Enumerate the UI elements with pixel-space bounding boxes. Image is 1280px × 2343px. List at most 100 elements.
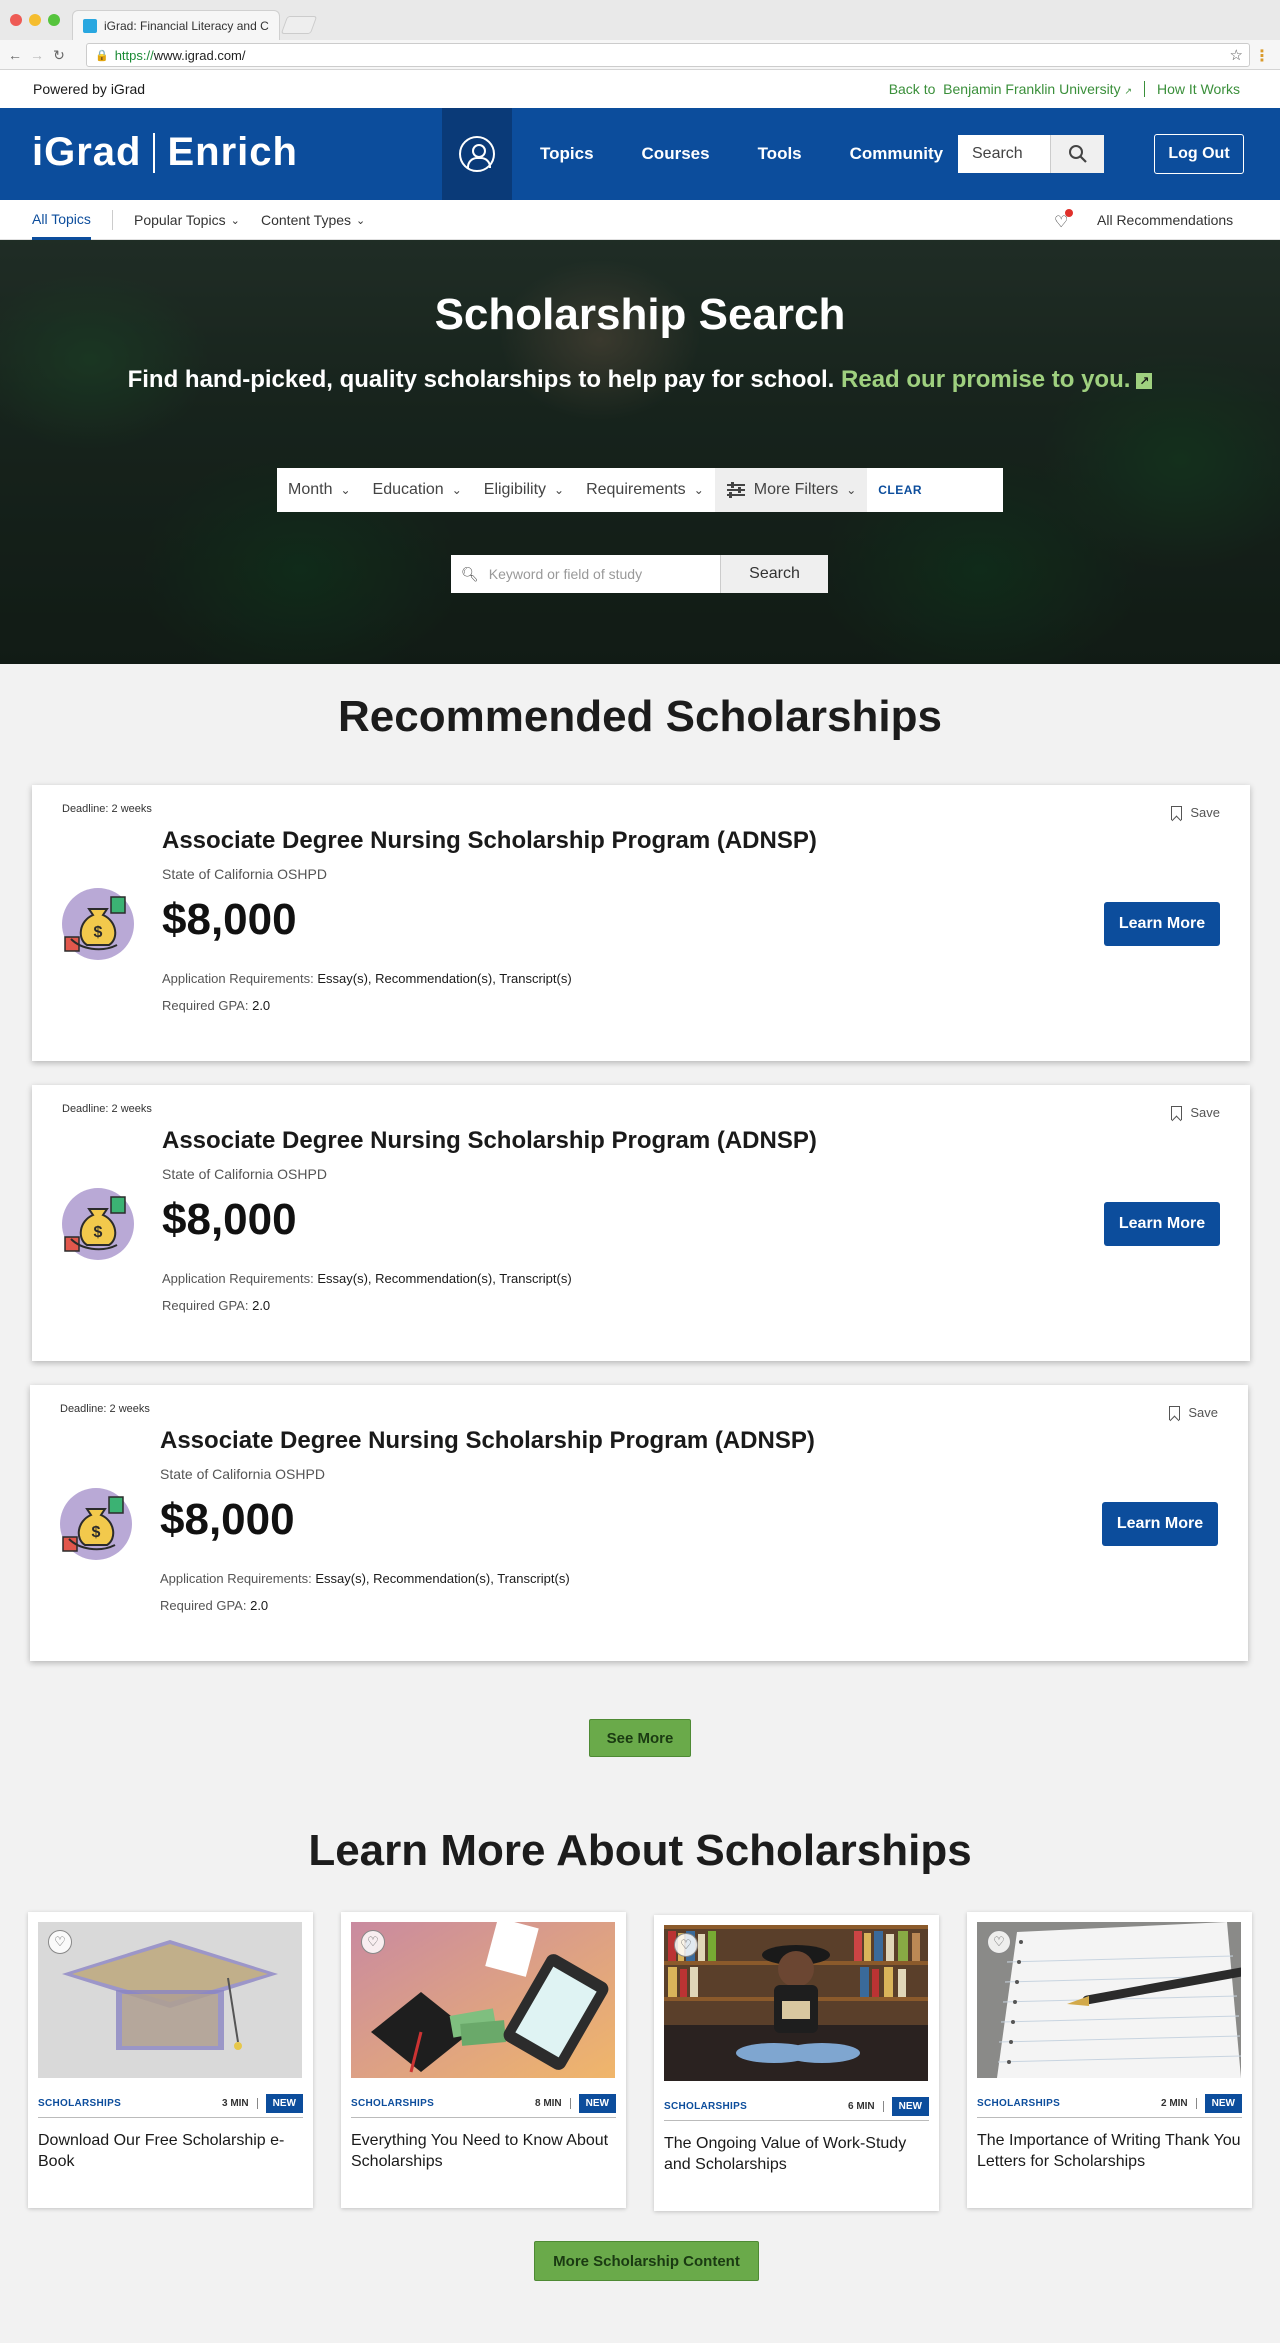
more-filters-button[interactable]: More Filters ⌄ <box>714 468 868 512</box>
sliders-icon <box>726 482 745 498</box>
nav-search: Search <box>958 135 1104 173</box>
application-requirements: Application Requirements: Essay(s), Reco… <box>162 971 572 986</box>
nav-search-input[interactable]: Search <box>958 135 1050 173</box>
nav-tools[interactable]: Tools <box>758 144 802 164</box>
url-field[interactable]: 🔒 https://www.igrad.com/ ☆ <box>86 43 1250 67</box>
browser-tab[interactable]: iGrad: Financial Literacy and C <box>72 10 280 40</box>
profile-button[interactable] <box>442 108 512 200</box>
minimize-window-button[interactable] <box>29 14 41 26</box>
nav-search-button[interactable] <box>1050 135 1104 173</box>
how-it-works-link[interactable]: How It Works <box>1157 81 1240 97</box>
powered-by-bar: Powered by iGrad Back to Benjamin Frankl… <box>0 70 1280 108</box>
divider <box>112 210 113 230</box>
new-badge: NEW <box>265 2094 303 2113</box>
divider <box>1144 81 1146 97</box>
hero-banner: Scholarship Search Find hand-picked, qua… <box>0 240 1280 664</box>
nav-topics[interactable]: Topics <box>540 144 594 164</box>
new-badge: NEW <box>578 2094 616 2113</box>
search-icon: 🔍︎ <box>461 565 479 582</box>
article-image-notebook-pen: ♡ <box>977 1922 1241 2078</box>
main-nav: iGrad Enrich Topics Courses Tools Commun… <box>0 108 1280 200</box>
save-button[interactable]: Save <box>1171 805 1220 820</box>
article-category[interactable]: SCHOLARSHIPS <box>664 2101 848 2112</box>
popular-topics-dropdown[interactable]: Popular Topics ⌄ <box>134 200 240 240</box>
article-category[interactable]: SCHOLARSHIPS <box>38 2098 222 2109</box>
save-button[interactable]: Save <box>1171 1105 1220 1120</box>
education-filter[interactable]: Education ⌄ <box>362 468 473 512</box>
logout-button[interactable]: Log Out <box>1154 134 1244 174</box>
tab-strip: iGrad: Financial Literacy and C <box>0 0 1280 40</box>
new-badge: NEW <box>1204 2094 1242 2113</box>
scholarship-title[interactable]: Associate Degree Nursing Scholarship Pro… <box>162 1127 817 1155</box>
application-requirements: Application Requirements: Essay(s), Reco… <box>162 1271 572 1286</box>
hero-title: Scholarship Search <box>434 290 846 339</box>
article-title[interactable]: Download Our Free Scholarship e-Book <box>38 2130 303 2172</box>
powered-right-links: Back to Benjamin Franklin University ↗ H… <box>889 81 1240 97</box>
article-card[interactable]: ♡ SCHOLARSHIPS 3 MIN NEW Download Our Fr… <box>28 1912 313 2208</box>
favicon-icon <box>83 18 97 33</box>
scholarship-card: Deadline: 2 weeks Save $ Associate Degree N… <box>32 785 1250 1061</box>
notification-dot <box>1065 209 1074 217</box>
scholarship-title[interactable]: Associate Degree Nursing Scholarship Pro… <box>160 1427 815 1455</box>
requirements-filter[interactable]: Requirements ⌄ <box>575 468 715 512</box>
nav-links: Topics Courses Tools Community <box>540 108 943 200</box>
month-filter[interactable]: Month ⌄ <box>277 468 362 512</box>
bookmark-star-icon[interactable]: ☆ <box>1230 46 1243 64</box>
scholarship-title[interactable]: Associate Degree Nursing Scholarship Pro… <box>162 827 817 855</box>
close-window-button[interactable] <box>10 14 22 26</box>
all-recommendations-link[interactable]: All Recommendations <box>1097 200 1233 240</box>
back-arrow-icon[interactable]: ← <box>4 47 26 63</box>
more-scholarship-content-button[interactable]: More Scholarship Content <box>534 2241 759 2281</box>
article-category[interactable]: SCHOLARSHIPS <box>351 2098 535 2109</box>
required-gpa: Required GPA: 2.0 <box>160 1598 269 1613</box>
save-button[interactable]: Save <box>1169 1405 1218 1420</box>
learn-more-button[interactable]: Learn More <box>1104 1202 1220 1246</box>
scholarship-amount: $8,000 <box>162 1195 297 1244</box>
article-meta: SCHOLARSHIPS 6 MIN NEW <box>664 2093 929 2121</box>
eligibility-filter[interactable]: Eligibility ⌄ <box>473 468 575 512</box>
igrad-enrich-logo[interactable]: iGrad Enrich <box>32 130 298 175</box>
learn-more-button[interactable]: Learn More <box>1104 902 1220 946</box>
article-card[interactable]: ♡ SCHOLARSHIPS 2 MIN NEW The Importance … <box>967 1912 1252 2208</box>
external-link-icon[interactable]: ↗ <box>1136 372 1153 389</box>
favorite-heart-icon[interactable]: ♡ <box>674 1933 698 1957</box>
forward-arrow-icon[interactable]: → <box>26 47 48 63</box>
article-card[interactable]: ♡ SCHOLARSHIPS 6 MIN NEW The Ongoing Val… <box>654 1915 939 2211</box>
article-title[interactable]: The Importance of Writing Thank You Lett… <box>977 2130 1242 2172</box>
scholarship-search: 🔍︎ Keyword or field of study Search <box>451 555 828 593</box>
clear-filters-button[interactable]: CLEAR <box>867 468 933 512</box>
see-more-button[interactable]: See More <box>589 1719 691 1757</box>
article-category[interactable]: SCHOLARSHIPS <box>977 2098 1161 2109</box>
new-badge: NEW <box>891 2097 929 2116</box>
keyword-search-input[interactable]: 🔍︎ Keyword or field of study <box>451 555 720 593</box>
scholarship-search-button[interactable]: Search <box>720 555 828 593</box>
tab-all-topics[interactable]: All Topics <box>32 200 91 240</box>
recommended-title: Recommended Scholarships <box>338 692 942 741</box>
reload-icon[interactable]: ↻ <box>48 47 70 64</box>
bookmark-icon <box>1171 1105 1183 1120</box>
chevron-down-icon: ⌄ <box>340 483 351 497</box>
article-image-graduation-cap: ♡ <box>38 1922 302 2078</box>
favorite-heart-icon[interactable]: ♡ <box>987 1930 1011 1954</box>
article-title[interactable]: Everything You Need to Know About Schola… <box>351 2130 616 2172</box>
back-to-link[interactable]: Back to Benjamin Franklin University ↗ <box>889 81 1132 97</box>
browser-menu-icon[interactable]: ⋮ <box>1254 46 1270 66</box>
new-tab-button[interactable] <box>280 16 318 34</box>
favorites-heart-icon[interactable]: ♡ <box>1054 209 1074 232</box>
nav-courses[interactable]: Courses <box>642 144 710 164</box>
favorite-heart-icon[interactable]: ♡ <box>48 1930 72 1954</box>
required-gpa: Required GPA: 2.0 <box>162 998 271 1013</box>
article-card[interactable]: ♡ SCHOLARSHIPS 8 MIN NEW Everything You … <box>341 1912 626 2208</box>
learn-more-button[interactable]: Learn More <box>1102 1502 1218 1546</box>
chevron-down-icon: ⌄ <box>693 483 704 497</box>
promise-link[interactable]: Read our promise to you. <box>841 366 1130 393</box>
article-title[interactable]: The Ongoing Value of Work-Study and Scho… <box>664 2133 929 2175</box>
logo-igrad-text: iGrad <box>32 130 142 174</box>
favorite-heart-icon[interactable]: ♡ <box>361 1930 385 1954</box>
nav-community[interactable]: Community <box>850 144 944 164</box>
maximize-window-button[interactable] <box>48 14 60 26</box>
chevron-down-icon: ⌄ <box>554 483 565 497</box>
article-meta: SCHOLARSHIPS 2 MIN NEW <box>977 2090 1242 2118</box>
content-types-dropdown[interactable]: Content Types ⌄ <box>261 200 365 240</box>
bookmark-icon <box>1169 1405 1181 1420</box>
